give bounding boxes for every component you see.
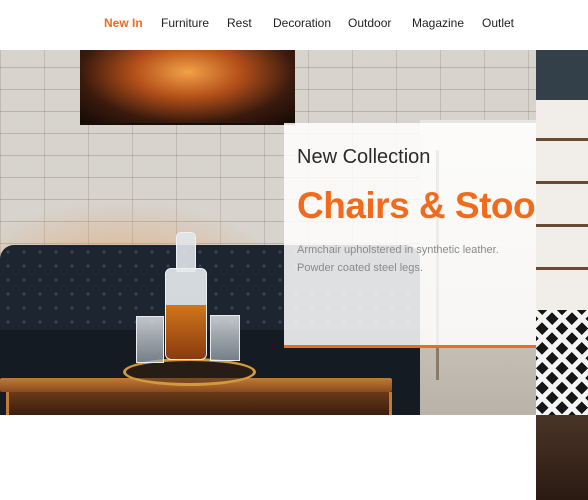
nav-item-furniture[interactable]: Furniture [161,16,209,30]
next-slide-label[interactable]: Sh [36,416,53,432]
glass-right [210,315,240,361]
hero-subtitle: New Collection [297,146,431,168]
top-navigation: New In Furniture Rest Decoration Outdoor… [0,0,588,50]
next-slide-bottom-image [536,415,588,500]
coffee-table-body [6,392,392,415]
nav-item-magazine[interactable]: Magazine [412,16,464,30]
next-slide-top-image [536,50,588,100]
glass-left [136,316,164,363]
hero-slide[interactable]: New Collection Chairs & Stools Armchair … [0,50,536,415]
hero-description-line-1: Armchair upholstered in synthetic leathe… [297,244,499,256]
nav-item-new-in[interactable]: New In [104,16,143,30]
decanter-neck [176,232,196,272]
next-slide-pattern-image [536,310,588,415]
nav-item-rest[interactable]: Rest [227,16,252,30]
wall-painting [80,50,295,125]
hero-title[interactable]: Chairs & Stools [297,185,536,227]
hero-description: Armchair upholstered in synthetic leathe… [297,241,536,277]
whiskey-decanter [165,268,207,360]
nav-item-outdoor[interactable]: Outdoor [348,16,391,30]
hero-caption-card: New Collection Chairs & Stools Armchair … [284,123,536,348]
next-slide-shelves-image [536,100,588,310]
next-slide-preview[interactable] [536,50,588,500]
nav-item-outlet[interactable]: Outlet [482,16,514,30]
hero-description-line-2: Powder coated steel legs. [297,262,423,274]
nav-item-decoration[interactable]: Decoration [273,16,331,30]
caption-accent-line [284,345,536,348]
